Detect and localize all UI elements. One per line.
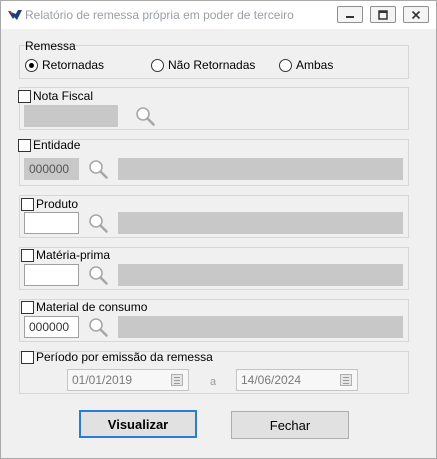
radio-ambas[interactable] bbox=[279, 59, 292, 72]
periodo-checkbox[interactable] bbox=[21, 351, 34, 364]
minimize-icon bbox=[346, 15, 354, 18]
window-title: Relatório de remessa própria em poder de… bbox=[25, 8, 294, 22]
report-window: Relatório de remessa própria em poder de… bbox=[0, 0, 437, 459]
calendar-icon[interactable] bbox=[340, 374, 352, 386]
close-icon bbox=[411, 10, 421, 19]
search-icon[interactable] bbox=[134, 105, 156, 127]
periodo-end-date[interactable]: 14/06/2024 bbox=[236, 369, 358, 391]
produto-description bbox=[118, 212, 403, 234]
title-bar[interactable]: Relatório de remessa própria em poder de… bbox=[1, 1, 436, 29]
calendar-icon[interactable] bbox=[171, 374, 183, 386]
periodo-start-value: 01/01/2019 bbox=[72, 373, 133, 387]
search-icon[interactable] bbox=[87, 212, 109, 234]
produto-checkbox[interactable] bbox=[21, 198, 34, 211]
visualizar-button[interactable]: Visualizar bbox=[79, 410, 197, 438]
minimize-button[interactable] bbox=[337, 6, 363, 23]
periodo-label[interactable]: Período por emissão da remessa bbox=[36, 350, 213, 364]
search-icon[interactable] bbox=[87, 316, 109, 338]
radio-retornadas-label[interactable]: Retornadas bbox=[42, 58, 104, 72]
close-button[interactable] bbox=[403, 6, 429, 23]
material-consumo-checkbox[interactable] bbox=[21, 301, 34, 314]
nota-fiscal-input[interactable] bbox=[24, 105, 118, 127]
materia-prima-description bbox=[118, 264, 403, 286]
app-logo-icon bbox=[8, 10, 22, 20]
nota-fiscal-label[interactable]: Nota Fiscal bbox=[33, 89, 93, 103]
maximize-button[interactable] bbox=[370, 6, 396, 23]
maximize-icon bbox=[378, 9, 388, 20]
periodo-start-date[interactable]: 01/01/2019 bbox=[67, 369, 189, 391]
produto-code-input[interactable] bbox=[24, 212, 79, 234]
radio-nao-retornadas[interactable] bbox=[151, 59, 164, 72]
search-icon[interactable] bbox=[87, 158, 109, 180]
radio-nao-retornadas-label[interactable]: Não Retornadas bbox=[168, 58, 255, 72]
fechar-button[interactable]: Fechar bbox=[231, 411, 349, 439]
material-consumo-code-input[interactable]: 000000 bbox=[24, 316, 79, 338]
nota-fiscal-checkbox[interactable] bbox=[18, 90, 31, 103]
remessa-label: Remessa bbox=[25, 39, 76, 53]
material-consumo-label[interactable]: Material de consumo bbox=[36, 300, 147, 314]
radio-retornadas[interactable] bbox=[25, 59, 38, 72]
entidade-code-input[interactable]: 000000 bbox=[24, 158, 79, 180]
entidade-checkbox[interactable] bbox=[18, 139, 31, 152]
material-consumo-description bbox=[118, 316, 403, 338]
materia-prima-code-input[interactable] bbox=[24, 264, 79, 286]
periodo-end-value: 14/06/2024 bbox=[241, 373, 302, 387]
produto-label[interactable]: Produto bbox=[36, 197, 78, 211]
radio-ambas-label[interactable]: Ambas bbox=[296, 58, 333, 72]
materia-prima-label[interactable]: Matéria-prima bbox=[36, 248, 110, 262]
search-icon[interactable] bbox=[87, 264, 109, 286]
entidade-label[interactable]: Entidade bbox=[33, 138, 80, 152]
materia-prima-checkbox[interactable] bbox=[21, 249, 34, 262]
periodo-separator: a bbox=[210, 376, 217, 388]
entidade-description bbox=[118, 158, 403, 180]
